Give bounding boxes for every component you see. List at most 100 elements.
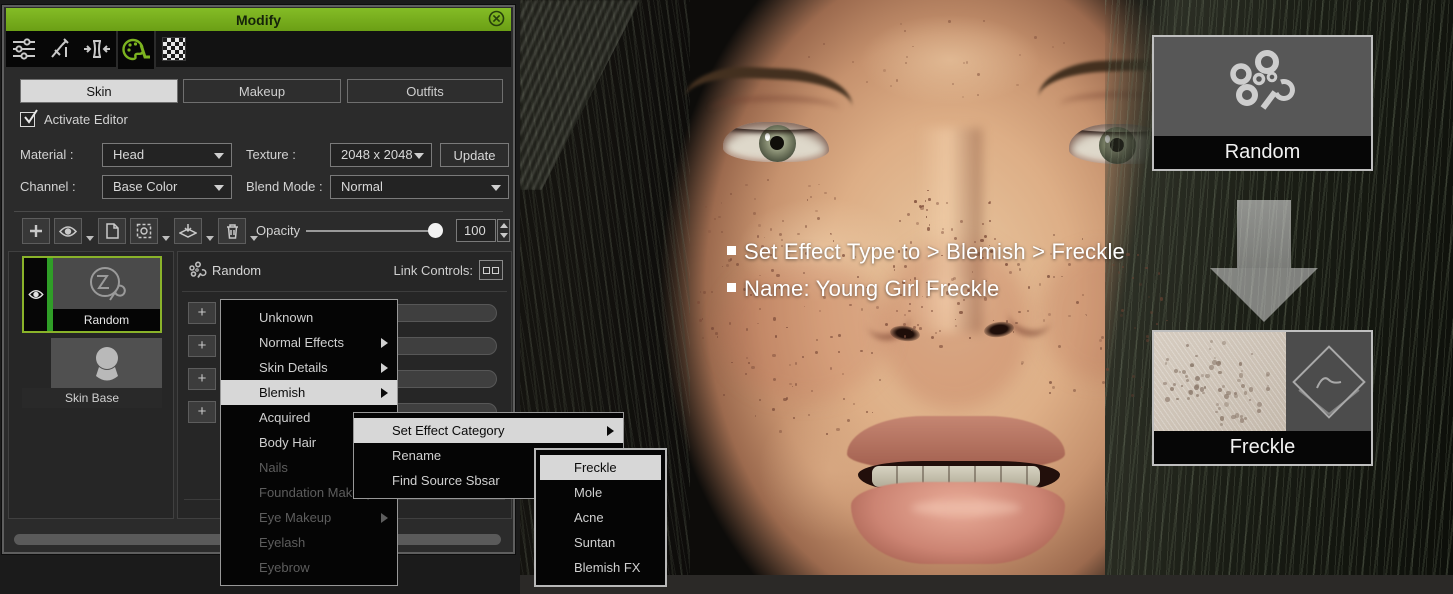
submenu-arrow-icon [381,388,388,398]
visibility-dropdown-caret[interactable] [86,236,94,241]
spin-down-icon[interactable] [500,233,508,238]
tab-outfits[interactable]: Outfits [347,79,503,103]
layer-visibility-button[interactable] [54,218,82,244]
layer-item-random[interactable]: Random [22,256,162,333]
app-window: Set Effect Type to > Blemish > Freckle N… [0,0,1453,594]
expand-row-button[interactable]: + [188,401,216,423]
opacity-label: Opacity [256,219,300,243]
menu-item-freckle[interactable]: Freckle [540,455,661,480]
tab-skin[interactable]: Skin [20,79,178,103]
update-button[interactable]: Update [440,143,509,167]
menu-item-eye-makeup: Eye Makeup [221,505,397,530]
menu-item-skin-details[interactable]: Skin Details [221,355,397,380]
palette-icon [121,37,151,63]
down-arrow [1210,200,1318,322]
morph-icon[interactable] [83,37,111,61]
menu-item-acne[interactable]: Acne [536,505,665,530]
channel-dropdown[interactable]: Base Color [102,175,232,199]
menu-item-unknown[interactable]: Unknown [221,305,397,330]
delete-layer-button[interactable] [218,218,246,244]
menu-item-eyelash: Eyelash [221,530,397,555]
spin-up-icon[interactable] [500,223,508,228]
texture-checker-icon[interactable] [162,37,186,61]
submenu-arrow-icon [381,363,388,373]
effect-title: Random [212,263,261,278]
menu-item-normal-effects[interactable]: Normal Effects [221,330,397,355]
annotation-line: Name: Young Girl Freckle [727,276,999,302]
lower-lip [851,482,1065,564]
duplicate-layer-button[interactable] [98,218,126,244]
channel-label: Channel : [20,175,76,199]
blend-mode-dropdown[interactable]: Normal [330,175,509,199]
random-card-label: Random [1154,136,1371,169]
texture-size-dropdown[interactable]: 2048 x 2048 [330,143,432,167]
freckle-card-label: Freckle [1154,431,1371,464]
link-controls-label: Link Controls: [394,263,473,278]
layer-visibility-toggle[interactable] [24,258,47,331]
opacity-spinner[interactable] [497,219,510,242]
substance-diamond-icon [1286,332,1371,431]
blend-mode-label: Blend Mode : [246,175,323,199]
submenu-arrow-icon [607,426,614,436]
freckle-effect-card: Freckle [1152,330,1373,466]
panel-title: Modify [236,12,281,28]
blemish-type-menu: FreckleMoleAcneSuntanBlemish FX [534,448,667,587]
head-silhouette-icon [87,343,127,383]
expand-row-button[interactable]: + [188,302,216,324]
panel-titlebar[interactable]: Modify [6,8,511,31]
menu-item-mole[interactable]: Mole [536,480,665,505]
random-layer-thumbnail [53,258,160,309]
link-controls-button[interactable] [479,260,503,280]
bullet-square [727,283,736,292]
menu-item-blemish-fx[interactable]: Blemish FX [536,555,665,580]
menu-item-blemish[interactable]: Blemish [221,380,397,405]
adjust-sliders-icon[interactable] [11,37,37,61]
bake-dropdown-caret[interactable] [206,236,214,241]
random-card-thumbnail [1154,37,1371,136]
freckle-texture-swatch [1154,332,1286,431]
activate-editor-row: Activate Editor [20,112,128,127]
random-dots-wrench-icon [1219,48,1307,126]
layer-name: Skin Base [22,388,162,408]
menu-item-eyebrow: Eyebrow [221,555,397,580]
skin-base-thumbnail [51,338,162,388]
bake-layers-button[interactable] [174,218,202,244]
submenu-arrow-icon [381,513,388,523]
mask-dropdown-caret[interactable] [162,236,170,241]
layer-name: Random [53,309,160,331]
expand-row-button[interactable]: + [188,368,216,390]
layer-list: Random Skin Base [8,251,174,519]
opacity-slider-track[interactable] [306,230,440,232]
effect-panel-header: Random Link Controls: [178,252,511,290]
separator [14,211,503,212]
opacity-value-field[interactable]: 100 [456,219,496,242]
tab-makeup[interactable]: Makeup [183,79,341,103]
add-layer-button[interactable] [22,218,50,244]
texture-label: Texture : [246,143,296,167]
left-eyelid-crease [710,96,840,122]
chevron-down-icon [491,185,501,191]
separator [182,291,507,292]
expand-row-button[interactable]: + [188,335,216,357]
toolbar-tab-appearance[interactable] [118,31,154,69]
menu-item-set-effect-category[interactable]: Set Effect Category [354,418,623,443]
menu-item-suntan[interactable]: Suntan [536,530,665,555]
toolbar-group-right [156,31,511,67]
chevron-down-icon [214,185,224,191]
activate-editor-checkbox[interactable] [20,112,35,127]
layer-item-skin-base[interactable]: Skin Base [22,338,162,408]
material-dropdown[interactable]: Head [102,143,232,167]
random-dots-wrench-small-icon [188,261,208,281]
toolbar-group-left [6,31,116,67]
material-label: Material : [20,143,73,167]
chevron-down-icon [414,153,424,159]
edit-pose-icon[interactable] [48,37,72,61]
opacity-slider-knob[interactable] [428,223,443,238]
freckle-card-thumbnail [1154,332,1371,431]
activate-editor-label: Activate Editor [44,112,128,127]
submenu-arrow-icon [381,338,388,348]
mask-selection-button[interactable] [130,218,158,244]
close-icon[interactable] [488,10,505,27]
left-eye [723,122,829,162]
bullet-square [727,246,736,255]
